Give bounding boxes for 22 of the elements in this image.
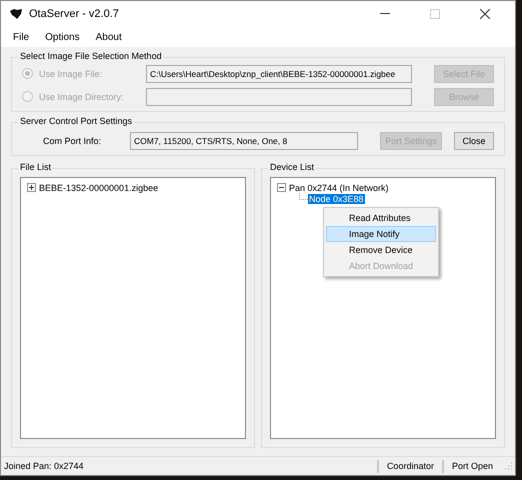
status-text: Joined Pan: 0x2744 — [3, 461, 85, 471]
menu-item[interactable]: Remove Device — [326, 242, 436, 258]
menu-item[interactable]: Image Notify — [326, 226, 436, 242]
close-port-button[interactable]: Close — [454, 132, 494, 150]
group-title: Device List — [268, 162, 316, 172]
menu-item[interactable]: Read Attributes — [326, 210, 436, 226]
radio-label: Use Image File: — [39, 68, 102, 78]
group-title: Server Control Port Settings — [18, 116, 134, 126]
radio-label: Use Image Directory: — [39, 92, 124, 102]
com-port-field[interactable]: COM7, 115200, CTS/RTS, None, One, 8 — [130, 132, 358, 150]
status-panel: Coordinator — [376, 460, 442, 472]
tree-item[interactable]: Node 0x3E88 — [308, 194, 365, 204]
tree-item[interactable]: BEBE-1352-00000001.zigbee — [38, 182, 160, 192]
menu-item[interactable]: Options — [39, 32, 86, 42]
menu-item[interactable]: File — [7, 32, 36, 42]
group-title: Select Image File Selection Method — [18, 51, 164, 61]
group-title: File List — [18, 162, 54, 172]
tree-item[interactable]: Pan 0x2744 (In Network) — [288, 182, 390, 192]
window-title: OtaServer - v2.0.7 — [29, 8, 120, 20]
status-panel: Port Open — [442, 460, 501, 472]
field-label: Com Port Info: — [42, 136, 102, 146]
menu-item[interactable]: About — [90, 32, 128, 42]
